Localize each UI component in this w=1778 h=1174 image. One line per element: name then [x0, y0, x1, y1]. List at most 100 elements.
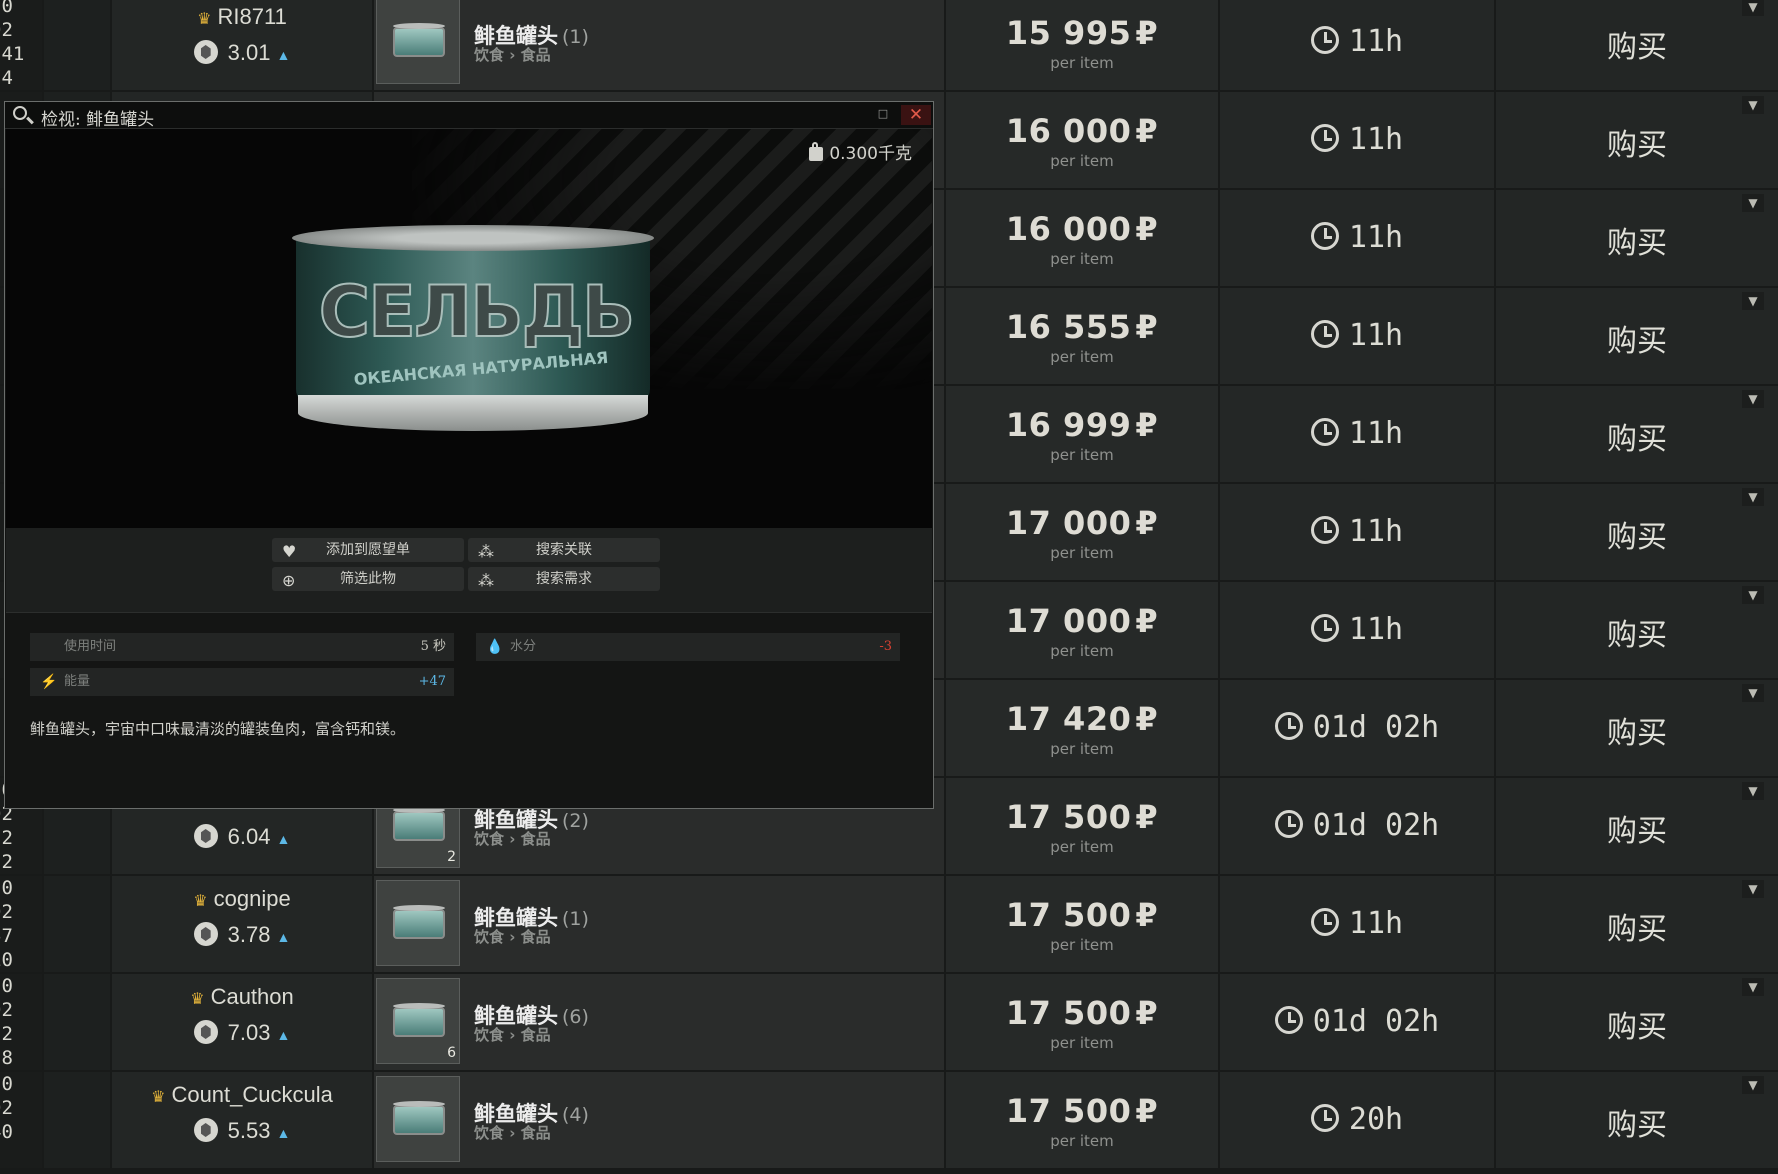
clock-icon: [1310, 320, 1339, 348]
time-cell: 01d 02h: [1220, 974, 1494, 1070]
price-cell: 17 000 ₽ per item: [946, 582, 1218, 678]
buy-button[interactable]: 购买 ▼: [1496, 0, 1778, 90]
item-thumbnail[interactable]: [376, 880, 460, 966]
lightning-icon: ⚡: [40, 674, 58, 690]
seller-cell: ♛ Count_Cuckcula 5.53 ▲: [112, 1072, 372, 1168]
offer-id-fragment: 72: [0, 1023, 13, 1045]
ruble-icon: ₽: [1135, 994, 1159, 1032]
time-left: 11h: [1220, 906, 1494, 941]
seller-name[interactable]: ♛ RI8711: [112, 4, 372, 30]
buy-button[interactable]: 购买 ▼: [1496, 484, 1778, 580]
buy-button[interactable]: 购买 ▼: [1496, 1072, 1778, 1168]
offer-id-column: 209240: [0, 1072, 42, 1168]
stat-energy: ⚡ 能量 +47: [30, 668, 454, 696]
chevron-down-icon[interactable]: ▼: [1742, 194, 1764, 212]
clock-icon: [1274, 1006, 1303, 1034]
stat-use-time: 使用时间 5 秒: [30, 633, 454, 661]
search-linked-button[interactable]: ⁂ 搜索关联: [468, 538, 660, 562]
time-left: 01d 02h: [1220, 1004, 1494, 1039]
reputation-icon: [193, 922, 218, 946]
item-3d-viewer[interactable]: 0.300千克 СЕЛЬДЬ ОКЕАНСКАЯ НАТУРАЛЬНАЯ: [6, 129, 932, 528]
offer-id-fragment: 10: [0, 949, 13, 971]
close-button[interactable]: ✕: [901, 105, 931, 125]
time-cell: 20h: [1220, 1072, 1494, 1168]
buy-button[interactable]: 购买 ▼: [1496, 190, 1778, 286]
chevron-down-icon[interactable]: ▼: [1742, 390, 1764, 408]
chevron-down-icon[interactable]: ▼: [1742, 488, 1764, 506]
chevron-down-icon[interactable]: ▼: [1742, 1076, 1764, 1094]
seller-rating: 6.04 ▲: [112, 824, 372, 850]
clock-icon: [1274, 712, 1303, 740]
search-required-button[interactable]: ⁂ 搜索需求: [468, 567, 660, 591]
time-cell: 11h: [1220, 484, 1494, 580]
buy-button[interactable]: 购买 ▼: [1496, 974, 1778, 1070]
heart-plus-icon: ♥: [282, 542, 297, 561]
time-cell: 01d 02h: [1220, 680, 1494, 776]
weight-readout: 0.300千克: [809, 139, 912, 164]
seller-name[interactable]: ♛ cognipe: [112, 886, 372, 912]
item-category: 饮食 › 食品: [474, 46, 551, 64]
price: 16 000 ₽: [1005, 112, 1159, 150]
price: 16 555 ₽: [1005, 308, 1159, 346]
add-to-wishlist-button[interactable]: ♥ 添加到愿望单: [272, 538, 464, 562]
seller-cell: ♛ Cauthon 7.03 ▲: [112, 974, 372, 1070]
chevron-down-icon[interactable]: ▼: [1742, 96, 1764, 114]
ruble-icon: ₽: [1135, 700, 1159, 738]
inspect-title: 检视: 鲱鱼罐头: [41, 110, 155, 130]
buy-button[interactable]: 购买 ▼: [1496, 876, 1778, 972]
inspect-actions: ♥ 添加到愿望单 ⁂ 搜索关联 ⊕ 筛选此物 ⁂ 搜索需求: [6, 528, 932, 613]
seller-name[interactable]: ♛ Cauthon: [112, 984, 372, 1010]
offer-id-fragment: 92: [0, 19, 13, 41]
rating-up-icon: ▲: [276, 831, 291, 847]
buy-button[interactable]: 购买 ▼: [1496, 92, 1778, 188]
chevron-down-icon[interactable]: ▼: [1742, 782, 1764, 800]
buy-button[interactable]: 购买 ▼: [1496, 288, 1778, 384]
chevron-down-icon[interactable]: ▼: [1742, 586, 1764, 604]
buy-button[interactable]: 购买 ▼: [1496, 386, 1778, 482]
price-cell: 17 500 ₽ per item: [946, 778, 1218, 874]
rating-up-icon: ▲: [276, 47, 291, 63]
herring-can-icon: [393, 1101, 445, 1135]
price-cell: 17 000 ₽ per item: [946, 484, 1218, 580]
inspect-title-bar[interactable]: 检视: 鲱鱼罐头 □ ✕: [5, 102, 933, 130]
seller-name[interactable]: ♛ Count_Cuckcula: [112, 1082, 372, 1108]
chevron-down-icon[interactable]: ▼: [1742, 978, 1764, 996]
rating-up-icon: ▲: [276, 929, 291, 945]
offer-id-fragment: 92: [0, 999, 13, 1021]
time-left: 11h: [1220, 122, 1494, 157]
minimize-button[interactable]: □: [877, 108, 889, 120]
can-body: СЕЛЬДЬ ОКЕАНСКАЯ НАТУРАЛЬНАЯ: [296, 237, 650, 407]
item-quantity: (6): [562, 1006, 589, 1028]
weight-icon: [809, 142, 824, 161]
filter-by-item-button[interactable]: ⊕ 筛选此物: [272, 567, 464, 591]
buy-button[interactable]: 购买 ▼: [1496, 778, 1778, 874]
time-cell: 11h: [1220, 288, 1494, 384]
offer-id-fragment: 20: [0, 1073, 13, 1095]
offer-id-fragment: 74: [0, 67, 13, 89]
offer-spacer: [44, 974, 110, 1070]
offer-spacer: [44, 0, 110, 90]
item-thumbnail[interactable]: [376, 0, 460, 84]
ruble-icon: ₽: [1135, 896, 1159, 934]
crown-icon: ♛: [151, 1089, 166, 1106]
item-thumbnail[interactable]: [376, 1076, 460, 1162]
buy-button[interactable]: 购买 ▼: [1496, 582, 1778, 678]
chevron-down-icon[interactable]: ▼: [1742, 880, 1764, 898]
ruble-icon: ₽: [1135, 798, 1159, 836]
time-cell: 11h: [1220, 0, 1494, 90]
buy-button[interactable]: 购买 ▼: [1496, 680, 1778, 776]
per-item-label: per item: [1050, 642, 1114, 660]
per-item-label: per item: [1050, 838, 1114, 856]
item-category: 饮食 › 食品: [474, 830, 551, 848]
chevron-down-icon[interactable]: ▼: [1742, 292, 1764, 310]
per-item-label: per item: [1050, 54, 1114, 72]
price-cell: 17 500 ₽ per item: [946, 974, 1218, 1070]
item-thumbnail[interactable]: 6: [376, 978, 460, 1064]
offer-spacer: [44, 876, 110, 972]
item-info-panel: 使用时间 5 秒 💧 水分 -3 ⚡ 能量 +47 鲱鱼罐头，宇宙中口味最清淡的…: [6, 613, 932, 808]
clock-icon: [1274, 810, 1303, 838]
chevron-down-icon[interactable]: ▼: [1742, 684, 1764, 702]
inspect-window[interactable]: 检视: 鲱鱼罐头 □ ✕ 0.300千克 СЕЛЬДЬ ОКЕАНСКАЯ НА…: [4, 101, 934, 809]
ruble-icon: ₽: [1135, 210, 1159, 248]
chevron-down-icon[interactable]: ▼: [1742, 0, 1764, 16]
